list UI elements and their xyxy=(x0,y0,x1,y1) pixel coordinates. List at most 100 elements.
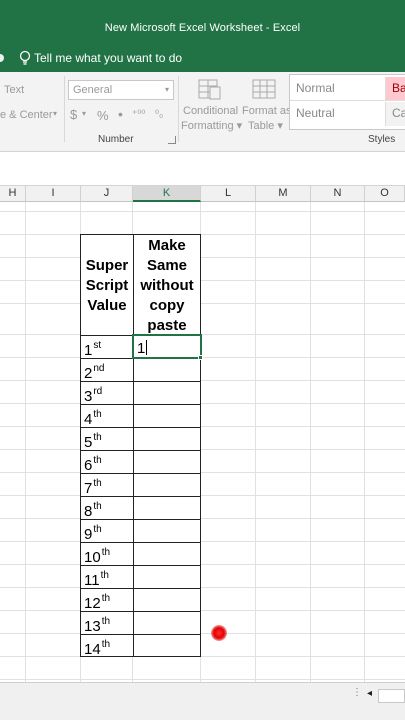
gridline xyxy=(0,334,405,335)
ordinal-suffix: th xyxy=(93,455,102,466)
gridline xyxy=(0,380,405,381)
gridline xyxy=(0,303,405,304)
ordinal-value: 13th xyxy=(84,616,110,635)
style-normal[interactable]: Normal xyxy=(290,77,386,101)
gridline xyxy=(0,495,405,496)
ordinal-value: 11th xyxy=(84,570,109,589)
header-cell-j[interactable]: Super Script Value xyxy=(80,234,133,335)
gridline xyxy=(0,587,405,588)
value-cell-j[interactable]: 6th xyxy=(80,450,133,474)
merge-dropdown-icon[interactable]: ▾ xyxy=(53,109,57,118)
ordinal-suffix: th xyxy=(101,547,111,558)
lightbulb-icon[interactable] xyxy=(18,50,32,66)
gridline xyxy=(0,518,405,519)
column-header-h[interactable]: H xyxy=(0,186,26,202)
column-header-j[interactable]: J xyxy=(81,186,133,202)
number-launcher-icon[interactable] xyxy=(168,136,176,144)
value-cell-k[interactable] xyxy=(133,358,201,381)
more-icon[interactable]: ⋮ xyxy=(352,687,362,698)
column-header-l[interactable]: L xyxy=(201,186,256,202)
currency-dropdown-icon[interactable]: ▾ xyxy=(82,109,86,118)
gridline xyxy=(0,234,405,235)
style-neutral-label: Neutral xyxy=(296,106,335,120)
value-cell-k[interactable] xyxy=(133,496,201,519)
ribbon: Text e & Center ▾ General ▾ $ ▾ % • ⁺⁰⁰ … xyxy=(0,72,405,152)
ordinal-value: 6th xyxy=(84,455,102,474)
value-cell-k[interactable] xyxy=(133,381,201,404)
ordinal-suffix: nd xyxy=(93,363,105,374)
percent-button[interactable]: % xyxy=(97,108,109,123)
value-cell-j[interactable]: 4th xyxy=(80,404,133,428)
active-cell-selection[interactable] xyxy=(132,334,202,359)
value-cell-k[interactable] xyxy=(133,404,201,427)
value-cell-j[interactable]: 3rd xyxy=(80,381,133,405)
conditional-formatting-label: Conditional xyxy=(183,105,239,117)
value-cell-k[interactable] xyxy=(133,588,201,611)
tell-me-input[interactable]: Tell me what you want to do xyxy=(34,51,182,65)
ordinal-value: 9th xyxy=(84,524,102,543)
fill-handle[interactable] xyxy=(198,355,203,360)
column-header-m[interactable]: M xyxy=(256,186,311,202)
group-divider xyxy=(178,76,179,142)
comma-button[interactable]: • xyxy=(118,106,123,122)
gridline xyxy=(0,656,405,657)
column-header-k[interactable]: K xyxy=(133,186,201,202)
value-cell-j[interactable]: 2nd xyxy=(80,358,133,382)
style-bad[interactable]: Bad xyxy=(386,77,405,101)
value-cell-k[interactable] xyxy=(133,542,201,565)
style-neutral[interactable]: Neutral xyxy=(290,102,386,126)
scroll-left-icon[interactable]: ◂ xyxy=(367,688,372,699)
column-header-i[interactable]: I xyxy=(26,186,81,202)
tell-me-bar: Tell me what you want to do xyxy=(0,44,405,72)
value-cell-j[interactable]: 8th xyxy=(80,496,133,520)
value-cell-k[interactable] xyxy=(133,565,201,588)
value-cell-j[interactable]: 14th xyxy=(80,634,133,658)
value-cell-j[interactable]: 7th xyxy=(80,473,133,497)
header-k-line-1: Make xyxy=(148,237,186,254)
value-cell-k[interactable] xyxy=(133,473,201,496)
value-cell-j[interactable]: 10th xyxy=(80,542,133,566)
style-calculation[interactable]: Cal xyxy=(386,102,405,126)
ordinal-suffix: th xyxy=(101,593,111,604)
increase-decimal-button[interactable]: ⁺⁰⁰ xyxy=(132,109,145,120)
gridline xyxy=(0,541,405,542)
value-cell-k[interactable] xyxy=(133,519,201,542)
worksheet-grid[interactable] xyxy=(0,202,405,682)
ordinal-number: 10 xyxy=(84,549,101,566)
header-k-line-3: without xyxy=(140,277,194,294)
style-calculation-label: Cal xyxy=(392,106,405,120)
value-cell-k[interactable] xyxy=(133,634,201,657)
tab-edge-icon xyxy=(0,54,4,62)
ordinal-suffix: rd xyxy=(93,386,103,397)
ordinal-suffix: st xyxy=(93,340,102,351)
gridline xyxy=(0,403,405,404)
gridline xyxy=(0,211,405,212)
value-cell-j[interactable]: 12th xyxy=(80,588,133,612)
horizontal-scrollbar[interactable] xyxy=(378,689,405,703)
number-format-select[interactable]: General ▾ xyxy=(68,80,174,100)
value-cell-j[interactable]: 11th xyxy=(80,565,133,589)
header-j-line-1: Super xyxy=(85,257,129,274)
value-cell-k[interactable] xyxy=(133,427,201,450)
decrease-decimal-button[interactable]: ⁰₀ xyxy=(155,109,163,120)
ordinal-number: 8 xyxy=(84,503,93,520)
ordinal-value: 14th xyxy=(84,639,110,658)
ordinal-value: 10th xyxy=(84,547,110,566)
gridline xyxy=(0,257,405,258)
value-cell-j[interactable]: 5th xyxy=(80,427,133,451)
column-header-n[interactable]: N xyxy=(311,186,365,202)
header-cell-k[interactable]: Make Same without copy paste xyxy=(133,234,201,335)
column-header-o[interactable]: O xyxy=(365,186,405,202)
merge-center-button[interactable]: e & Center xyxy=(0,109,53,121)
header-j-line-2: Script xyxy=(85,277,129,294)
value-cell-j[interactable]: 1st xyxy=(80,335,133,359)
wrap-text-button[interactable]: Text xyxy=(4,84,24,96)
value-cell-j[interactable]: 13th xyxy=(80,611,133,635)
value-cell-j[interactable]: 9th xyxy=(80,519,133,543)
gridline xyxy=(0,426,405,427)
value-cell-k[interactable] xyxy=(133,611,201,634)
value-cell-k[interactable] xyxy=(133,450,201,473)
ordinal-suffix: th xyxy=(93,478,102,489)
currency-button[interactable]: $ xyxy=(70,107,77,122)
title-bar: New Microsoft Excel Worksheet - Excel xyxy=(0,0,405,44)
